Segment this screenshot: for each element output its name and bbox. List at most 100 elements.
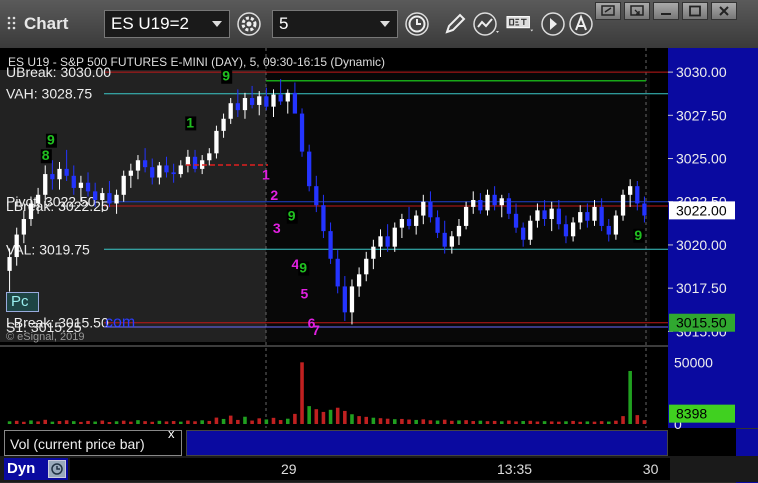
td-count: 9 (222, 68, 230, 84)
close-icon (719, 6, 729, 16)
candle-body (414, 215, 419, 226)
candle-body (107, 193, 112, 204)
level-price-label: 3015.50 (676, 315, 727, 331)
minimize-button[interactable] (653, 2, 679, 20)
candle-body (606, 225, 611, 235)
current-volume-label: 8398 (676, 406, 707, 422)
time-tick-label: 13:35 (497, 461, 533, 477)
candle-body (278, 94, 283, 102)
current-price-label: 3022.00 (676, 202, 727, 218)
dynamic-mode-button[interactable]: Dyn (4, 458, 68, 480)
price-tick-label: 3030.00 (676, 64, 727, 80)
toolbar: Chart ES U19=2 5 (0, 0, 758, 49)
candle-body (521, 227, 526, 240)
td-count: 9 (634, 227, 642, 243)
candle-body (78, 182, 84, 188)
maximize-button[interactable] (682, 2, 708, 20)
lock-icon[interactable] (48, 460, 66, 478)
level-label: VAH: 3028.75 (6, 86, 92, 102)
candle-body (21, 219, 26, 235)
volume-study-close-icon[interactable]: x (168, 426, 175, 441)
candle-body (85, 182, 91, 192)
candle-body (378, 236, 383, 247)
restore-button[interactable] (624, 2, 650, 20)
candle-body (364, 258, 369, 275)
chart-header: ES U19 - S&P 500 FUTURES E-MINI (DAY), 5… (8, 55, 385, 69)
symbol-select[interactable]: ES U19=2 (104, 10, 230, 38)
price-chart[interactable]: UBreak: 3030.00VAH: 3028.75Pivot: 3022.5… (0, 48, 758, 456)
candle-body (628, 186, 633, 195)
chart-window: Chart ES U19=2 5 UBreak: 3030.00 VAH: 30… (0, 0, 758, 483)
candle-body (471, 200, 476, 207)
price-tick-label: 3025.00 (676, 151, 727, 167)
candle-body (214, 130, 219, 154)
candle-body (485, 194, 490, 211)
candle-body (207, 153, 212, 161)
candle-body (542, 210, 547, 220)
link-window-button[interactable] (595, 2, 621, 20)
gear-icon (237, 12, 261, 36)
price-tick-label: 3020.00 (676, 237, 727, 253)
candle-body (185, 156, 191, 166)
candle-body (57, 168, 62, 180)
price-tick-label: 3027.50 (676, 107, 727, 123)
alert-a-icon (569, 12, 593, 36)
candle-body (513, 213, 519, 228)
candle-body (435, 217, 440, 233)
draw-button[interactable] (440, 10, 470, 38)
candle-body (549, 208, 554, 220)
price-tick-label: 3017.50 (676, 280, 727, 296)
candle-body (171, 172, 176, 175)
level-label: LBreak: 3022.25 (6, 198, 109, 214)
candle-body (442, 232, 447, 247)
dynamic-mode-label: Dyn (7, 460, 36, 477)
studies-button[interactable] (472, 10, 502, 38)
volume-study-label[interactable]: Vol (current price bar) (4, 430, 182, 456)
candle-body (221, 118, 226, 131)
alert-button[interactable] (566, 10, 596, 38)
candle-body (7, 257, 12, 271)
settings-button[interactable] (234, 10, 264, 38)
candle-body (35, 194, 41, 204)
get-data-button[interactable] (506, 10, 536, 38)
maximize-icon (689, 5, 701, 17)
candle-body (242, 98, 248, 111)
candle-body (128, 170, 133, 176)
candle-body (642, 203, 647, 216)
candle-body (463, 206, 469, 226)
candle-body (613, 215, 619, 235)
candle-body (249, 98, 255, 105)
minimize-icon (661, 13, 671, 15)
candle-body (257, 96, 262, 105)
candle-body (328, 231, 333, 259)
candle-body (150, 167, 155, 178)
watermark: © eSignal, 2019 (6, 331, 84, 343)
volume-tick-label: 50000 (674, 354, 713, 370)
interval-select[interactable]: 5 (272, 10, 398, 38)
pc-button[interactable]: Pc (6, 292, 39, 312)
td-count: 3 (273, 220, 281, 236)
candle-body (71, 175, 76, 188)
window-title: Chart (6, 14, 68, 34)
time-button[interactable] (402, 10, 432, 38)
candle-body (556, 208, 561, 225)
close-button[interactable] (711, 2, 737, 20)
drag-handle-icon[interactable] (6, 15, 20, 31)
candle-body (164, 165, 169, 173)
candle-body (349, 286, 355, 313)
td-count: 8 (42, 147, 50, 163)
candle-body (449, 236, 454, 247)
candle-body (292, 92, 298, 114)
vertical-scrollbar[interactable] (736, 48, 758, 483)
candle-body (371, 246, 376, 259)
watermark-logo: com (105, 314, 135, 331)
candle-body (192, 156, 198, 169)
time-axis[interactable]: 29 13:35 30 (70, 458, 670, 480)
candle-body (157, 165, 162, 178)
volume-label-bar (186, 430, 668, 456)
volume-pane[interactable] (0, 347, 668, 428)
next-button[interactable] (538, 10, 568, 38)
candle-body (342, 286, 347, 313)
link-icon (601, 5, 615, 16)
time-tick-label: 29 (281, 461, 297, 477)
